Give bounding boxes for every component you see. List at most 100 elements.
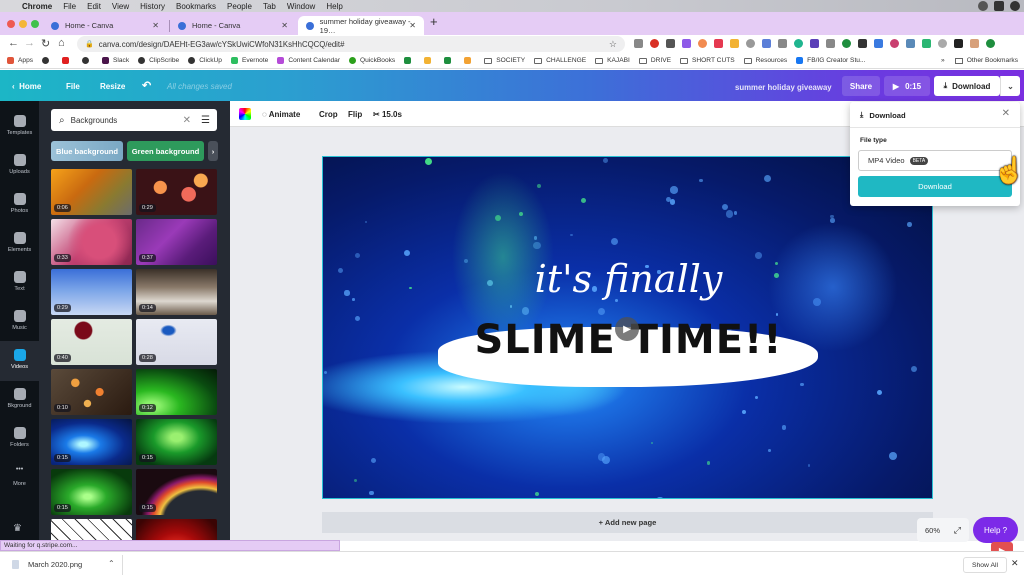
- downloaded-file[interactable]: March 2020.png: [12, 560, 82, 569]
- new-tab-button[interactable]: +: [430, 14, 438, 29]
- extension-icon[interactable]: [858, 39, 867, 48]
- bookmark-item[interactable]: Evernote: [230, 57, 268, 64]
- flip-button[interactable]: Flip: [348, 110, 362, 119]
- bookmark-item[interactable]: ClickUp: [188, 57, 222, 64]
- extension-icon[interactable]: [810, 39, 819, 48]
- window-close-button[interactable]: [7, 20, 15, 28]
- rail-item-folders[interactable]: Folders: [0, 419, 39, 459]
- bookmark-item[interactable]: [444, 57, 455, 64]
- bookmark-item[interactable]: [404, 57, 415, 64]
- menu-history[interactable]: History: [140, 2, 165, 11]
- chip-blue-background[interactable]: Blue background: [51, 141, 123, 161]
- tab-close-icon[interactable]: ✕: [281, 21, 288, 30]
- resize-button[interactable]: Resize: [100, 82, 125, 91]
- bookmark-item[interactable]: DRIVE: [638, 57, 671, 64]
- bookmark-item[interactable]: KAJABI: [595, 57, 630, 64]
- file-menu[interactable]: File: [66, 82, 80, 91]
- rail-item-bkground[interactable]: Bkground: [0, 380, 39, 420]
- extension-icon[interactable]: [922, 39, 931, 48]
- chip-green-background[interactable]: Green background: [127, 141, 204, 161]
- extension-icon[interactable]: [682, 39, 691, 48]
- help-button[interactable]: Help ?: [973, 517, 1018, 543]
- video-thumbnail[interactable]: 0:40: [51, 319, 132, 365]
- extension-icon[interactable]: [778, 39, 787, 48]
- filter-icon[interactable]: ☰: [201, 115, 210, 126]
- rail-item-templates[interactable]: Templates: [0, 107, 39, 147]
- video-thumbnail[interactable]: 0:15: [51, 419, 132, 465]
- close-shelf-icon[interactable]: ✕: [1011, 558, 1019, 569]
- menu-app-name[interactable]: Chrome: [22, 2, 52, 11]
- video-thumbnail[interactable]: 0:12: [136, 369, 217, 415]
- video-thumbnail[interactable]: 0:29: [136, 169, 217, 215]
- bookmark-item[interactable]: Resources: [743, 57, 787, 64]
- tray-power-icon[interactable]: [1010, 1, 1020, 11]
- bookmark-item[interactable]: Slack: [102, 57, 129, 64]
- tab-close-icon[interactable]: ✕: [152, 21, 159, 30]
- tray-download-icon[interactable]: [994, 1, 1004, 11]
- video-search-input[interactable]: ⌕ Backgrounds ✕ ☰: [51, 109, 217, 131]
- menu-help[interactable]: Help: [326, 2, 342, 11]
- download-button[interactable]: ⤓ Download: [934, 76, 1000, 96]
- video-thumbnail[interactable]: 0:06: [51, 169, 132, 215]
- video-thumbnail[interactable]: 0:15: [51, 469, 132, 515]
- play-preview-button[interactable]: ▶ 0:15: [884, 76, 930, 96]
- extension-icon[interactable]: [666, 39, 675, 48]
- add-new-page-button[interactable]: + Add new page: [322, 512, 933, 533]
- browser-tab[interactable]: Home - Canva ✕: [43, 16, 167, 35]
- zoom-control[interactable]: 60% ⤢: [917, 518, 969, 542]
- animate-button[interactable]: ◌ Animate: [262, 110, 300, 119]
- menu-file[interactable]: File: [63, 2, 76, 11]
- share-button[interactable]: Share: [842, 76, 880, 96]
- design-line1[interactable]: it's finally: [323, 257, 932, 301]
- rail-item-text[interactable]: Text: [0, 263, 39, 303]
- bookmark-item[interactable]: Content Calendar: [277, 57, 340, 64]
- other-bookmarks[interactable]: » Other Bookmarks: [941, 57, 1018, 64]
- tray-record-icon[interactable]: [978, 1, 988, 11]
- rail-item-elements[interactable]: Elements: [0, 224, 39, 264]
- bookmark-item[interactable]: [464, 57, 475, 64]
- menu-edit[interactable]: Edit: [87, 2, 101, 11]
- extension-icon[interactable]: [826, 39, 835, 48]
- bookmark-item[interactable]: Apps: [7, 57, 33, 64]
- download-confirm-button[interactable]: Download: [858, 176, 1012, 197]
- video-thumbnail[interactable]: 0:15: [136, 469, 217, 515]
- rail-item-photos[interactable]: Photos: [0, 185, 39, 225]
- extension-icon[interactable]: [874, 39, 883, 48]
- reload-button[interactable]: ↻: [41, 37, 50, 50]
- crop-button[interactable]: Crop: [319, 110, 338, 119]
- extension-icon[interactable]: [698, 39, 707, 48]
- video-thumbnail[interactable]: 0:14: [136, 269, 217, 315]
- design-title[interactable]: summer holiday giveaway: [735, 83, 832, 92]
- extension-icon[interactable]: [650, 39, 659, 48]
- fullscreen-icon[interactable]: ⤢: [954, 525, 961, 536]
- bookmark-item[interactable]: [42, 57, 53, 64]
- design-canvas[interactable]: it's finally SLIME TIME!! ▶: [322, 156, 933, 499]
- undo-icon[interactable]: ↶: [142, 79, 151, 92]
- extension-icon[interactable]: [970, 39, 979, 48]
- rail-item-more[interactable]: ••• More: [0, 458, 39, 498]
- bookmark-item[interactable]: [62, 57, 73, 64]
- bookmark-item[interactable]: SHORT CUTS: [680, 57, 735, 64]
- home-button[interactable]: ⌂: [58, 37, 65, 49]
- back-button[interactable]: ←: [8, 37, 19, 49]
- window-minimize-button[interactable]: [19, 20, 27, 28]
- bookmark-item[interactable]: SOCIETY: [484, 57, 525, 64]
- forward-button[interactable]: →: [24, 37, 35, 49]
- video-thumbnail[interactable]: 0:33: [51, 219, 132, 265]
- extension-icon[interactable]: [986, 39, 995, 48]
- tab-close-icon[interactable]: ✕: [409, 21, 416, 30]
- home-link[interactable]: ‹ Home: [12, 82, 41, 91]
- menu-window[interactable]: Window: [287, 2, 315, 11]
- menu-people[interactable]: People: [227, 2, 252, 11]
- video-thumbnail[interactable]: 0:10: [51, 369, 132, 415]
- extension-icon[interactable]: [794, 39, 803, 48]
- rail-item-uploads[interactable]: Uploads: [0, 146, 39, 186]
- menu-bookmarks[interactable]: Bookmarks: [176, 2, 216, 11]
- video-thumbnail[interactable]: 0:28: [136, 319, 217, 365]
- bookmark-item[interactable]: [424, 57, 435, 64]
- extension-icon[interactable]: [762, 39, 771, 48]
- close-icon[interactable]: ✕: [1002, 108, 1010, 119]
- crown-icon[interactable]: ♛: [13, 523, 22, 534]
- download-options-chevron[interactable]: ⌄: [1000, 76, 1020, 96]
- extension-icon[interactable]: [906, 39, 915, 48]
